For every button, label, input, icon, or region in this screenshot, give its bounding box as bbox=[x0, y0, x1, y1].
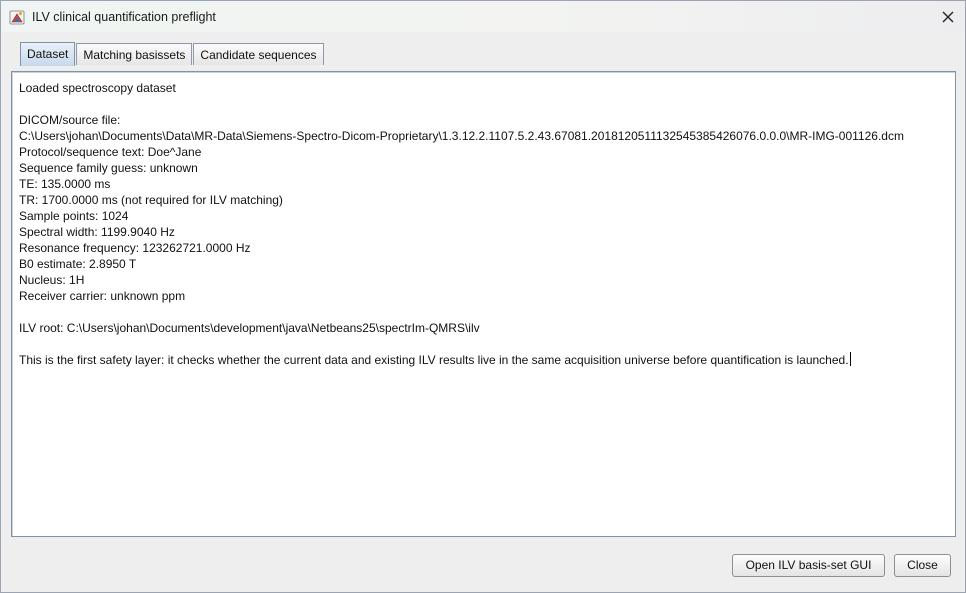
text-caret bbox=[849, 352, 851, 366]
blank-line: ​ bbox=[19, 96, 951, 112]
ilv-root: ILV root: C:\Users\johan\Documents\devel… bbox=[19, 321, 480, 335]
blank-line: ​ bbox=[19, 336, 951, 352]
b0-estimate: B0 estimate: 2.8950 T bbox=[19, 257, 137, 271]
sequence-family: Sequence family guess: unknown bbox=[19, 161, 198, 175]
tab-candidate-sequences[interactable]: Candidate sequences bbox=[193, 43, 324, 65]
java-app-icon bbox=[9, 10, 25, 24]
close-icon[interactable] bbox=[933, 1, 963, 32]
tab-dataset[interactable]: Dataset bbox=[20, 42, 76, 66]
te-value: TE: 135.0000 ms bbox=[19, 177, 111, 191]
resonance-frequency: Resonance frequency: 123262721.0000 Hz bbox=[19, 241, 251, 255]
blank-line: ​ bbox=[19, 304, 951, 320]
window-title: ILV clinical quantification preflight bbox=[32, 9, 216, 24]
close-button[interactable]: Close bbox=[894, 554, 951, 577]
source-file-path: C:\Users\johan\Documents\Data\MR-Data\Si… bbox=[19, 129, 904, 143]
title-bar[interactable]: ILV clinical quantification preflight bbox=[1, 1, 965, 32]
tr-value: TR: 1700.0000 ms (not required for ILV m… bbox=[19, 193, 283, 207]
sample-points: Sample points: 1024 bbox=[19, 209, 129, 223]
tab-strip: Dataset Matching basissets Candidate seq… bbox=[20, 42, 325, 66]
protocol-text: Protocol/sequence text: Doe^Jane bbox=[19, 145, 202, 159]
dataset-heading: Loaded spectroscopy dataset bbox=[19, 81, 176, 95]
dataset-text-area[interactable]: Loaded spectroscopy dataset​DICOM/source… bbox=[19, 80, 951, 532]
dialog-window: ILV clinical quantification preflight Da… bbox=[0, 0, 966, 593]
receiver-carrier: Receiver carrier: unknown ppm bbox=[19, 289, 186, 303]
safety-note: This is the first safety layer: it check… bbox=[19, 353, 849, 367]
spectral-width: Spectral width: 1199.9040 Hz bbox=[19, 225, 175, 239]
nucleus: Nucleus: 1H bbox=[19, 273, 85, 287]
tab-matching-basissets[interactable]: Matching basissets bbox=[76, 43, 193, 65]
dataset-panel: Loaded spectroscopy dataset​DICOM/source… bbox=[11, 71, 956, 537]
open-ilv-basis-set-gui-button[interactable]: Open ILV basis-set GUI bbox=[732, 554, 885, 577]
safety-note-line: This is the first safety layer: it check… bbox=[19, 352, 951, 368]
source-file-label: DICOM/source file: bbox=[19, 113, 121, 127]
